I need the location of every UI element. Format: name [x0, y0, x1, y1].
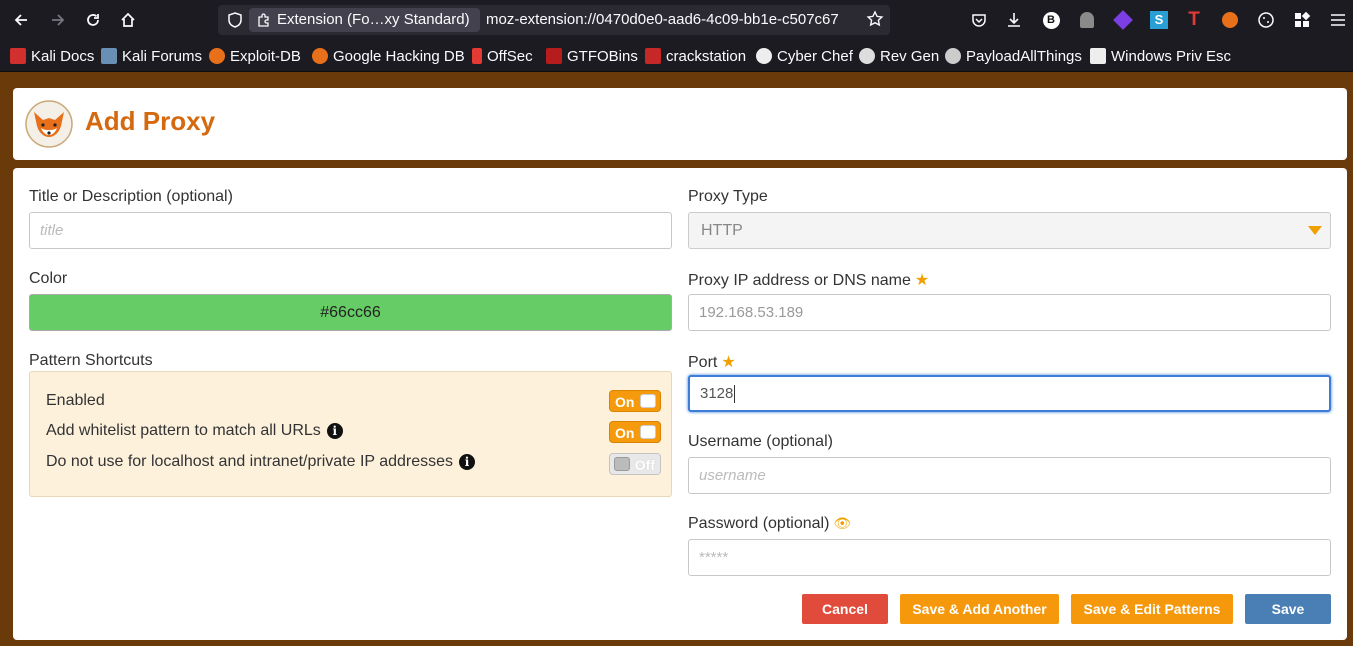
port-label: Port ★	[688, 354, 736, 371]
bookmark-exploit-db[interactable]: Exploit-DB	[209, 46, 301, 66]
pattern-shortcuts-label: Pattern Shortcuts	[29, 352, 153, 369]
whitelist-toggle[interactable]: On	[609, 421, 661, 443]
reload-icon[interactable]	[81, 8, 105, 32]
password-label: Password (optional) 👁	[688, 515, 852, 532]
url-text[interactable]: moz-extension://0470d0e0-aad6-4c09-bb1e-…	[486, 11, 858, 28]
title-input[interactable]: title	[29, 212, 672, 249]
color-label: Color	[29, 270, 68, 287]
url-bar[interactable]: Extension (Fo…xy Standard) moz-extension…	[218, 5, 890, 35]
info-icon[interactable]: i	[326, 423, 343, 439]
bookmark-kali-docs[interactable]: Kali Docs	[10, 46, 94, 66]
bookmark-cyber-chef[interactable]: Cyber Chef	[756, 46, 853, 66]
bookmark-gtfobins[interactable]: GTFOBins	[546, 46, 638, 66]
puzzle-icon	[258, 13, 269, 27]
shield-icon[interactable]	[226, 11, 244, 29]
info-icon[interactable]: i	[459, 454, 476, 470]
back-icon[interactable]	[9, 8, 33, 32]
proxy-ip-input[interactable]: 192.168.53.189	[688, 294, 1331, 331]
extension-b-icon[interactable]: B	[1041, 10, 1061, 30]
required-star-icon: ★	[914, 272, 930, 289]
save-add-another-button[interactable]: Save & Add Another	[900, 594, 1059, 624]
title-label: Title or Description (optional)	[29, 188, 233, 205]
bookmark-crackstation[interactable]: crackstation	[645, 46, 746, 66]
page-title: Add Proxy	[85, 106, 216, 136]
bookmark-kali-forums[interactable]: Kali Forums	[101, 46, 202, 66]
tab-title: Extension (Fo…xy Standard)	[277, 11, 470, 28]
required-star-icon: ★	[721, 354, 736, 371]
extension-t-icon[interactable]: T	[1184, 10, 1204, 30]
enabled-toggle[interactable]: On	[609, 390, 661, 412]
foxyproxy-icon[interactable]	[1220, 10, 1240, 30]
proxy-ip-label: Proxy IP address or DNS name ★	[688, 272, 930, 289]
password-input[interactable]: *****	[688, 539, 1331, 576]
localhost-toggle[interactable]: Off	[609, 453, 661, 475]
username-label: Username (optional)	[688, 433, 833, 450]
color-picker[interactable]: #66cc66	[29, 294, 672, 331]
shortcut-localhost-label: Do not use for localhost and intranet/pr…	[46, 453, 476, 471]
proxy-type-select[interactable]: HTTP	[688, 212, 1331, 249]
home-icon[interactable]	[116, 8, 140, 32]
bookmarks-bar: Kali Docs Kali Forums Exploit-DB Google …	[0, 40, 1353, 72]
port-input[interactable]: 3128	[688, 375, 1331, 412]
pocket-icon[interactable]	[969, 10, 989, 30]
pattern-shortcuts-panel: Enabled On Add whitelist pattern to matc…	[29, 371, 672, 497]
shortcut-enabled-label: Enabled	[46, 392, 105, 409]
cookie-icon[interactable]	[1256, 10, 1276, 30]
bookmark-rev-gen[interactable]: Rev Gen	[859, 46, 939, 66]
add-proxy-form: Title or Description (optional) title Co…	[13, 168, 1347, 640]
extension-identity-chip[interactable]: Extension (Fo…xy Standard)	[249, 8, 480, 32]
extension-purple-icon[interactable]	[1113, 10, 1133, 30]
extensions-grid-icon[interactable]	[1292, 10, 1312, 30]
bookmark-windows-priv-esc[interactable]: Windows Priv Esc	[1090, 46, 1231, 66]
extension-ghost-icon[interactable]	[1077, 10, 1097, 30]
foxyproxy-logo-icon	[25, 100, 73, 148]
extension-s-icon[interactable]: S	[1149, 10, 1169, 30]
cancel-button[interactable]: Cancel	[802, 594, 888, 624]
bookmark-payloadallthings[interactable]: PayloadAllThings	[945, 46, 1082, 66]
eye-icon[interactable]: 👁	[833, 515, 851, 531]
bookmark-star-icon[interactable]	[866, 10, 884, 28]
dropdown-arrow-icon	[1308, 226, 1322, 235]
header-card: Add Proxy	[13, 88, 1347, 160]
proxy-type-label: Proxy Type	[688, 188, 768, 205]
save-edit-patterns-button[interactable]: Save & Edit Patterns	[1071, 594, 1233, 624]
menu-icon[interactable]	[1328, 10, 1348, 30]
page-content: Add Proxy Title or Description (optional…	[0, 72, 1353, 646]
browser-toolbar: Extension (Fo…xy Standard) moz-extension…	[0, 0, 1353, 40]
bookmark-google-hacking-db[interactable]: Google Hacking DB	[312, 46, 465, 66]
downloads-icon[interactable]	[1004, 10, 1024, 30]
shortcut-whitelist-label: Add whitelist pattern to match all URLs i	[46, 422, 343, 440]
username-input[interactable]: username	[688, 457, 1331, 494]
forward-icon[interactable]	[46, 8, 70, 32]
save-button[interactable]: Save	[1245, 594, 1331, 624]
bookmark-offsec[interactable]: OffSec	[472, 46, 533, 66]
